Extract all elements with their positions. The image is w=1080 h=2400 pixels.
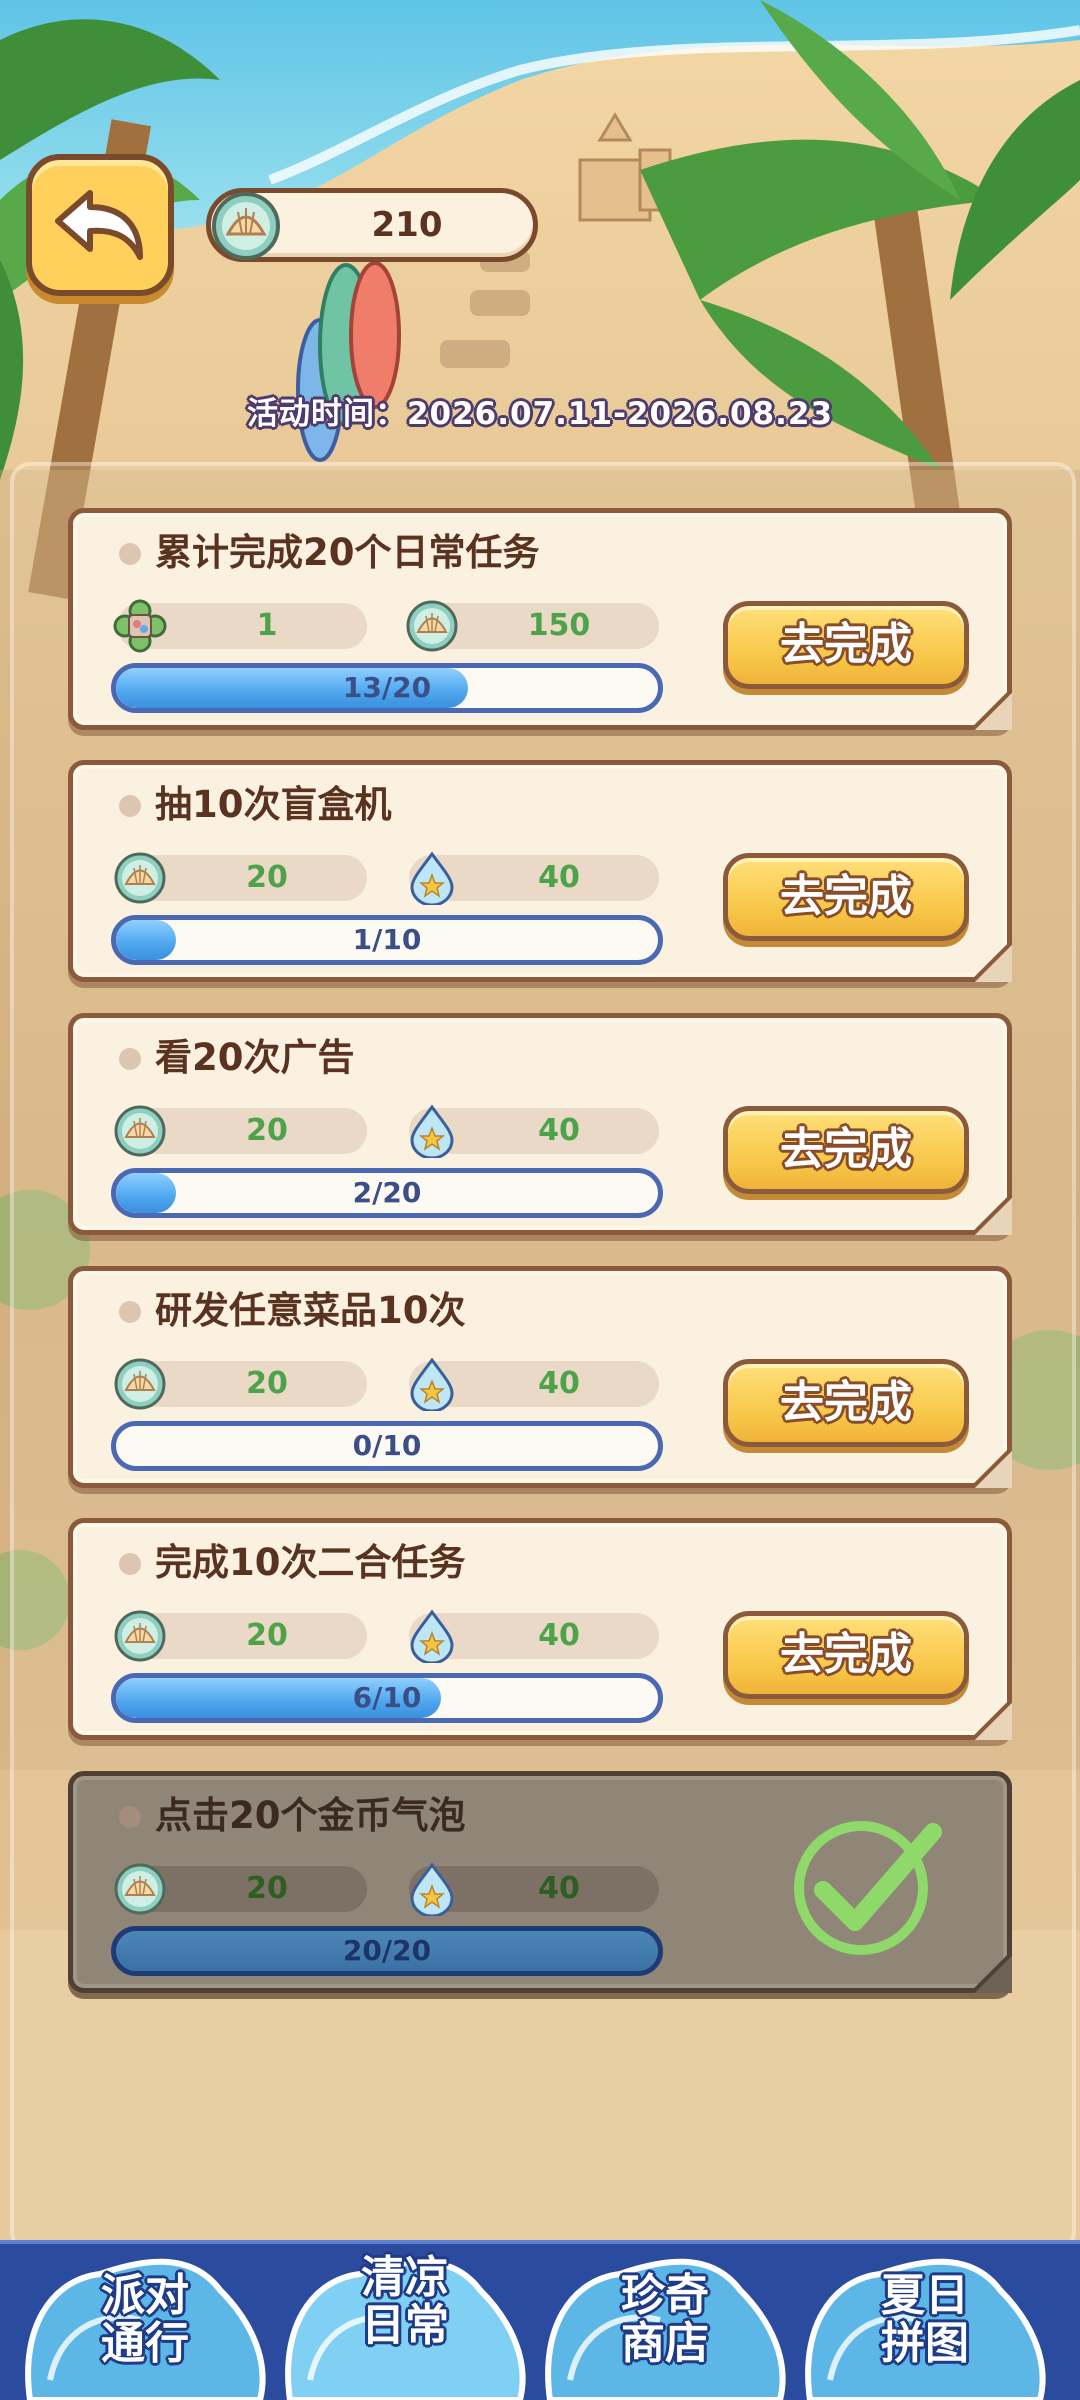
shell-coin-icon — [113, 1609, 167, 1663]
task-card: 完成10次二合任务 20 40 6/10 去完成 — [68, 1518, 1012, 1740]
reward-item: 1 — [113, 599, 367, 653]
nav-tab[interactable]: 派对 通行 — [20, 2252, 270, 2400]
progress-bar: 13/20 — [111, 663, 663, 713]
bullet-dot — [119, 1553, 141, 1575]
star-drop-icon — [405, 851, 459, 907]
progress-text: 6/10 — [352, 1681, 422, 1714]
shell-coin-icon — [405, 599, 459, 653]
go-complete-button[interactable]: 去完成 — [723, 1359, 969, 1447]
reward-value: 20 — [246, 1871, 288, 1906]
reward-value: 20 — [246, 1618, 288, 1653]
reward-item: 20 — [114, 1105, 367, 1157]
nav-tab[interactable]: 珍奇 商店 — [540, 2252, 790, 2400]
reward-item: 150 — [406, 600, 659, 652]
progress-bar: 6/10 — [111, 1673, 663, 1723]
bullet-dot — [119, 543, 141, 565]
task-card: 研发任意菜品10次 20 40 0/10 去完成 — [68, 1266, 1012, 1488]
task-card: 看20次广告 20 40 2/20 去完成 — [68, 1013, 1012, 1235]
puzzle-clover-icon — [113, 599, 167, 653]
paper-fold-corner — [972, 1195, 1012, 1235]
reward-value: 40 — [538, 1871, 580, 1906]
nav-tab-label: 清凉 日常 — [361, 2252, 449, 2351]
paper-fold-corner — [972, 942, 1012, 982]
shell-coin-icon — [113, 851, 167, 905]
reward-item: 40 — [409, 1357, 659, 1413]
reward-item: 40 — [409, 1862, 659, 1918]
task-card: 累计完成20个日常任务 1 150 13/20 去完成 — [68, 508, 1012, 730]
reward-value: 40 — [538, 1618, 580, 1653]
back-arrow-icon — [55, 190, 143, 260]
reward-value: 1 — [256, 608, 278, 643]
reward-value: 40 — [538, 1366, 580, 1401]
reward-value: 40 — [538, 860, 580, 895]
progress-text: 13/20 — [342, 671, 432, 704]
progress-text: 2/20 — [352, 1176, 422, 1209]
paper-fold-corner — [972, 1700, 1012, 1740]
reward-value: 20 — [246, 860, 288, 895]
nav-tab[interactable]: 清凉 日常 — [280, 2200, 530, 2400]
go-complete-button[interactable]: 去完成 — [723, 601, 969, 689]
shell-coin-icon — [113, 1104, 167, 1158]
reward-item: 40 — [409, 1104, 659, 1160]
progress-bar: 2/20 — [111, 1168, 663, 1218]
checkmark-icon — [794, 1821, 942, 1955]
event-time-label: 活动时间：2026.07.11-2026.08.23 — [246, 396, 834, 432]
reward-item: 20 — [114, 852, 367, 904]
bullet-dot — [119, 1806, 141, 1828]
paper-fold-corner — [972, 690, 1012, 730]
progress-text: 20/20 — [342, 1934, 432, 1967]
task-title: 累计完成20个日常任务 — [155, 531, 540, 574]
task-title: 抽10次盲盒机 — [155, 783, 392, 826]
reward-value: 20 — [246, 1113, 288, 1148]
task-title: 点击20个金币气泡 — [155, 1794, 466, 1837]
paper-fold-corner — [972, 1448, 1012, 1488]
reward-item: 20 — [114, 1863, 367, 1915]
progress-bar: 1/10 — [111, 915, 663, 965]
task-title: 看20次广告 — [155, 1036, 355, 1079]
reward-item: 20 — [114, 1358, 367, 1410]
task-card: 点击20个金币气泡 20 40 20/20 — [68, 1771, 1012, 1993]
paper-fold-corner — [972, 1953, 1012, 1993]
star-drop-icon — [405, 1104, 459, 1160]
go-complete-button[interactable]: 去完成 — [723, 1106, 969, 1194]
reward-value: 20 — [246, 1366, 288, 1401]
nav-tab-label: 珍奇 商店 — [621, 2270, 709, 2369]
star-drop-icon — [405, 1357, 459, 1413]
nav-tab[interactable]: 夏日 拼图 — [800, 2252, 1050, 2400]
shell-coin-icon — [113, 1862, 167, 1916]
bullet-dot — [119, 1048, 141, 1070]
shell-coin-icon — [212, 192, 280, 260]
progress-bar: 20/20 — [111, 1926, 663, 1976]
reward-item: 40 — [409, 1609, 659, 1665]
progress-text: 0/10 — [352, 1429, 422, 1462]
nav-tab-label: 派对 通行 — [101, 2270, 189, 2369]
star-drop-icon — [405, 1862, 459, 1918]
task-title: 研发任意菜品10次 — [155, 1289, 466, 1332]
star-drop-icon — [405, 1609, 459, 1665]
shell-coin-icon — [113, 1357, 167, 1411]
reward-item: 20 — [114, 1610, 367, 1662]
reward-value: 40 — [538, 1113, 580, 1148]
currency-amount: 210 — [371, 205, 443, 245]
reward-value: 150 — [527, 608, 591, 643]
progress-text: 1/10 — [352, 923, 422, 956]
bullet-dot — [119, 1301, 141, 1323]
task-title: 完成10次二合任务 — [155, 1541, 466, 1584]
go-complete-button[interactable]: 去完成 — [723, 1611, 969, 1699]
nav-tab-label: 夏日 拼图 — [881, 2270, 969, 2369]
reward-item: 40 — [409, 851, 659, 907]
task-card: 抽10次盲盒机 20 40 1/10 去完成 — [68, 760, 1012, 982]
back-button[interactable] — [26, 154, 174, 296]
bullet-dot — [119, 795, 141, 817]
progress-bar: 0/10 — [111, 1421, 663, 1471]
go-complete-button[interactable]: 去完成 — [723, 853, 969, 941]
